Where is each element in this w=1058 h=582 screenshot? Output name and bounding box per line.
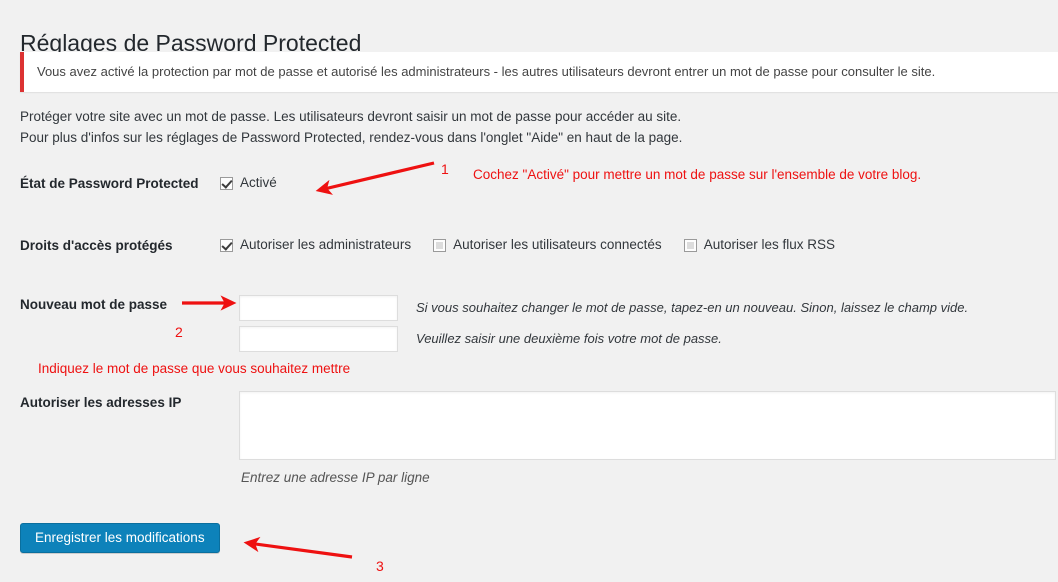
checkbox-item-rss-feeds[interactable]: Autoriser les flux RSS: [683, 236, 835, 254]
row-field-password: Si vous souhaitez changer le mot de pass…: [220, 284, 1058, 352]
permissions-checkbox-group: Autoriser les administrateurs Autoriser …: [220, 236, 1058, 254]
checkbox-administrators-label: Autoriser les administrateurs: [240, 237, 412, 252]
notice-text: Vous avez activé la protection par mot d…: [37, 64, 936, 79]
row-field-ip-addresses: Entrez une adresse IP par ligne: [220, 374, 1058, 485]
settings-form: État de Password Protected Activé Droits…: [0, 160, 1058, 494]
row-label-permissions: Droits d'accès protégés: [20, 238, 173, 253]
annotation-marker-1: 1: [441, 161, 449, 177]
annotation-text-2: Indiquez le mot de passe que vous souhai…: [38, 361, 351, 376]
row-label-password: Nouveau mot de passe: [20, 297, 168, 312]
row-label-status: État de Password Protected: [20, 176, 199, 191]
new-password-help: Si vous souhaitez changer le mot de pass…: [416, 300, 969, 315]
checkbox-logged-in-users[interactable]: [433, 238, 447, 252]
intro-paragraph: Protéger votre site avec un mot de passe…: [20, 106, 682, 148]
annotation-marker-3: 3: [376, 558, 384, 574]
checkbox-item-logged-in-users[interactable]: Autoriser les utilisateurs connectés: [433, 236, 662, 254]
intro-line-1: Protéger votre site avec un mot de passe…: [20, 109, 682, 124]
checkbox-administrators[interactable]: [220, 238, 233, 252]
checkbox-item-enabled[interactable]: Activé: [220, 174, 277, 192]
status-notice: Vous avez activé la protection par mot d…: [20, 52, 1058, 92]
row-permissions: Droits d'accès protégés Autoriser les ad…: [0, 222, 1058, 284]
row-ip-addresses: Autoriser les adresses IP Entrez une adr…: [0, 374, 1058, 494]
intro-line-2: Pour plus d'infos sur les réglages de Pa…: [20, 130, 683, 145]
submit-area: Enregistrer les modifications: [20, 523, 220, 553]
settings-page: Réglages de Password Protected Vous avez…: [0, 0, 1058, 582]
checkbox-enabled-label: Activé: [240, 175, 277, 190]
password-field-line: Si vous souhaitez changer le mot de pass…: [239, 295, 1058, 321]
annotation-text-1: Cochez "Activé" pour mettre un mot de pa…: [473, 167, 922, 182]
confirm-password-input[interactable]: [239, 326, 398, 352]
checkbox-logged-in-users-label: Autoriser les utilisateurs connectés: [453, 237, 662, 252]
new-password-input[interactable]: [239, 295, 398, 321]
checkbox-rss-feeds-label: Autoriser les flux RSS: [703, 237, 835, 252]
checkbox-rss-feeds[interactable]: [683, 238, 697, 252]
ip-addresses-textarea[interactable]: [239, 391, 1056, 460]
password-confirm-field-line: Veuillez saisir une deuxième fois votre …: [239, 326, 1058, 352]
checkbox-enabled[interactable]: [220, 176, 233, 190]
row-field-permissions: Autoriser les administrateurs Autoriser …: [220, 222, 1058, 254]
confirm-password-help: Veuillez saisir une deuxième fois votre …: [416, 331, 722, 346]
annotation-arrow-3: [243, 536, 353, 559]
ip-addresses-help: Entrez une adresse IP par ligne: [241, 470, 430, 485]
save-changes-button[interactable]: Enregistrer les modifications: [20, 523, 220, 553]
annotation-marker-2: 2: [175, 324, 183, 340]
row-label-ip-addresses: Autoriser les adresses IP: [20, 395, 182, 410]
checkbox-item-administrators[interactable]: Autoriser les administrateurs: [220, 236, 411, 254]
